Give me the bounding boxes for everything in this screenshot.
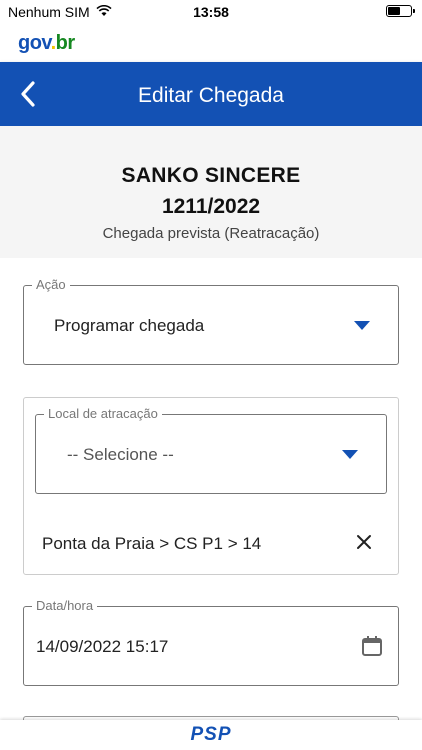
datahora-label: Data/hora	[32, 598, 98, 613]
battery-icon	[386, 5, 415, 17]
acao-label: Ação	[32, 277, 70, 292]
calendar-icon[interactable]	[360, 634, 384, 663]
psp-logo: PSP	[190, 724, 232, 745]
local-atracacao-group: Local de atracação -- Selecione -- Ponta…	[23, 397, 399, 575]
vessel-number: 1211/2022	[161, 195, 261, 218]
page-title: Editar Chegada	[138, 84, 284, 107]
clock: 13:58	[193, 4, 229, 20]
gov-logo-part1: gov	[18, 32, 51, 54]
acao-value: Programar chegada	[54, 316, 205, 335]
footer: PSP	[0, 720, 422, 750]
close-icon	[357, 535, 371, 549]
remove-berth-button[interactable]	[352, 530, 376, 554]
vessel-info: SANKO SINCERE 1211/2022 Chegada prevista…	[0, 126, 422, 258]
battery-fill	[388, 7, 401, 15]
datahora-value: 14/09/2022 15:17	[36, 637, 169, 656]
app-header: Editar Chegada	[0, 62, 422, 126]
acao-select[interactable]: Ação Programar chegada	[23, 277, 399, 365]
local-label: Local de atracação	[44, 406, 162, 421]
battery-indicator	[386, 5, 415, 17]
caret-down-icon	[342, 450, 358, 459]
gov-logo-part2: br	[55, 32, 76, 54]
local-select[interactable]: Local de atracação -- Selecione --	[35, 406, 387, 494]
vessel-name: SANKO SINCERE	[121, 164, 301, 187]
status-bar: Nenhum SIM 13:58	[0, 0, 422, 24]
datahora-field[interactable]: Data/hora 14/09/2022 15:17	[23, 598, 399, 686]
local-value: -- Selecione --	[67, 445, 174, 464]
selected-berth: Ponta da Praia > CS P1 > 14	[42, 534, 262, 553]
caret-down-icon	[354, 321, 370, 330]
gov-br-logo[interactable]: gov.br	[18, 32, 75, 55]
gov-bar: gov.br	[0, 24, 422, 62]
vessel-subtitle: Chegada prevista (Reatracação)	[102, 225, 320, 242]
